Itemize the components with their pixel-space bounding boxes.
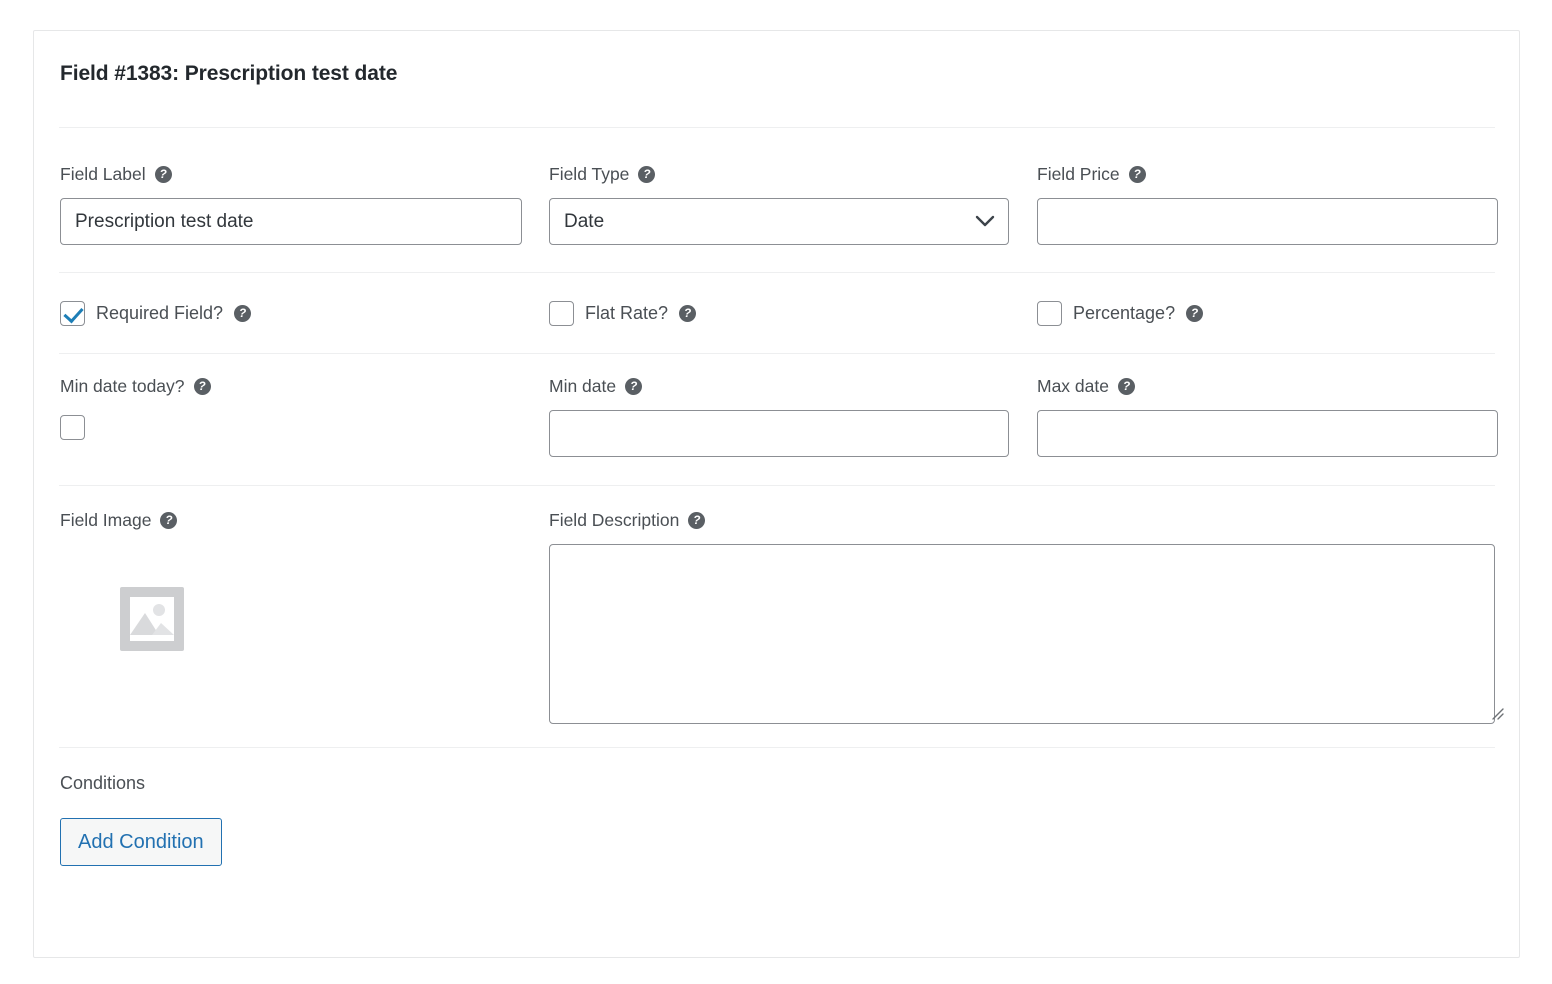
divider (59, 747, 1495, 748)
max-date-caption: Max date ? (1037, 376, 1498, 397)
add-condition-button[interactable]: Add Condition (60, 818, 222, 866)
required-field-label: Required Field? (96, 303, 224, 323)
flat-rate-checkbox[interactable] (549, 301, 574, 326)
max-date-group: Max date ? (1037, 376, 1498, 457)
page-title: Field #1383: Prescription test date (60, 62, 398, 85)
field-description-textarea[interactable] (549, 544, 1495, 724)
row-basic-settings: Field Label ? Field Type ? Field Pr (34, 164, 1519, 254)
required-field-group[interactable]: Required Field? ? (60, 301, 522, 326)
required-field-checkbox[interactable] (60, 301, 85, 326)
field-image-group: Field Image ? (60, 510, 522, 651)
help-icon[interactable]: ? (638, 166, 656, 183)
field-image-caption: Field Image ? (60, 510, 522, 531)
field-type-select-wrap (549, 198, 1009, 245)
help-icon[interactable]: ? (1117, 378, 1135, 395)
divider (59, 353, 1495, 354)
help-icon[interactable]: ? (625, 378, 643, 395)
percentage-group[interactable]: Percentage? ? (1037, 301, 1498, 326)
field-description-textarea-wrap (549, 544, 1509, 724)
help-icon[interactable]: ? (160, 512, 178, 529)
min-date-caption: Min date ? (549, 376, 1009, 397)
image-placeholder-icon[interactable] (120, 587, 184, 651)
row-date-settings: Min date today? ? Min date ? Max date ? (34, 376, 1519, 486)
help-icon[interactable]: ? (1186, 305, 1204, 322)
field-description-group: Field Description ? (549, 510, 1509, 724)
field-settings-panel: Field #1383: Prescription test date Fiel… (33, 30, 1520, 958)
field-price-caption: Field Price ? (1037, 164, 1498, 185)
field-price-input[interactable] (1037, 198, 1498, 245)
min-date-today-group: Min date today? ? (60, 376, 522, 440)
flat-rate-group[interactable]: Flat Rate? ? (549, 301, 1009, 326)
help-icon[interactable]: ? (193, 378, 211, 395)
field-price-text: Field Price (1037, 164, 1120, 184)
field-label-text: Field Label (60, 164, 146, 184)
percentage-checkbox[interactable] (1037, 301, 1062, 326)
field-label-caption: Field Label ? (60, 164, 522, 185)
field-type-select[interactable] (549, 198, 1009, 245)
divider (59, 272, 1495, 273)
field-description-text: Field Description (549, 510, 680, 530)
min-date-today-caption: Min date today? ? (60, 376, 522, 397)
help-icon[interactable]: ? (234, 305, 252, 322)
row-media-settings: Field Image ? Field Description ? (34, 510, 1519, 730)
row-conditions: Conditions Add Condition (34, 773, 1519, 893)
min-date-group: Min date ? (549, 376, 1009, 457)
min-date-today-text: Min date today? (60, 376, 185, 396)
conditions-group: Conditions Add Condition (60, 773, 660, 866)
flat-rate-label: Flat Rate? (585, 303, 669, 323)
help-icon[interactable]: ? (688, 512, 706, 529)
help-icon[interactable]: ? (154, 166, 172, 183)
min-date-input[interactable] (549, 410, 1009, 457)
help-icon[interactable]: ? (1128, 166, 1146, 183)
min-date-today-checkbox[interactable] (60, 415, 85, 440)
field-type-caption: Field Type ? (549, 164, 1009, 185)
row-checkbox-settings: Required Field? ? Flat Rate? ? Percentag… (34, 301, 1519, 345)
min-date-text: Min date (549, 376, 617, 396)
field-description-caption: Field Description ? (549, 510, 1509, 531)
field-price-group: Field Price ? (1037, 164, 1498, 245)
conditions-label: Conditions (60, 773, 146, 793)
divider (59, 485, 1495, 486)
max-date-text: Max date (1037, 376, 1109, 396)
percentage-label: Percentage? (1073, 303, 1176, 323)
field-label-group: Field Label ? (60, 164, 522, 245)
field-type-text: Field Type (549, 164, 630, 184)
help-icon[interactable]: ? (679, 305, 697, 322)
field-image-text: Field Image (60, 510, 152, 530)
field-type-group: Field Type ? (549, 164, 1009, 245)
field-label-input[interactable] (60, 198, 522, 245)
divider (59, 127, 1495, 128)
max-date-input[interactable] (1037, 410, 1498, 457)
